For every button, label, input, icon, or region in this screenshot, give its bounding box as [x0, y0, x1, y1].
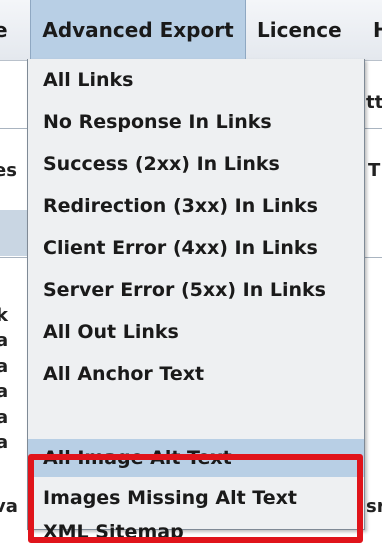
menubar-item-advanced-export[interactable]: Advanced Export: [30, 0, 246, 60]
bg-row-fragment: a: [0, 407, 9, 428]
bg-row-fragment: a: [0, 381, 9, 402]
menu-item-redirection-3xx-in-links[interactable]: Redirection (3xx) In Links: [28, 185, 364, 227]
menubar: e Advanced Export Licence H: [0, 0, 382, 61]
menu-item-all-links[interactable]: All Links: [28, 59, 364, 101]
bg-header-cell: [0, 210, 27, 256]
menubar-item-licence[interactable]: Licence: [257, 0, 342, 60]
menu-item-server-error-5xx-in-links[interactable]: Server Error (5xx) In Links: [28, 269, 364, 311]
menu-item-no-response-in-links[interactable]: No Response In Links: [28, 101, 364, 143]
menu-item-xml-sitemap[interactable]: XML Sitemap: [28, 517, 364, 547]
menu-item-all-out-links[interactable]: All Out Links: [28, 311, 364, 353]
divider: [363, 257, 382, 258]
advanced-export-dropdown: All Links No Response In Links Success (…: [27, 59, 365, 543]
divider: [0, 257, 28, 258]
menu-item-client-error-4xx-in-links[interactable]: Client Error (4xx) In Links: [28, 227, 364, 269]
menubar-item-previous[interactable]: e: [0, 0, 8, 60]
bg-row-fragment: k: [0, 305, 8, 326]
bg-row-fragment: a: [0, 432, 9, 453]
divider: [363, 128, 382, 129]
bg-text-fragment: es: [0, 160, 17, 181]
bg-row-fragment: sr: [366, 496, 382, 517]
bg-text-fragment: tt: [366, 92, 382, 113]
divider: [0, 128, 28, 129]
menu-item-all-image-alt-text[interactable]: All Image Alt Text: [28, 439, 364, 477]
bg-row-fragment: a: [0, 330, 9, 351]
bg-row-fragment: a: [0, 356, 9, 377]
menu-item-images-missing-alt-text[interactable]: Images Missing Alt Text: [28, 479, 364, 517]
bg-row-fragment: va: [0, 496, 18, 517]
menu-item-success-2xx-in-links[interactable]: Success (2xx) In Links: [28, 143, 364, 185]
menubar-item-next[interactable]: H: [373, 0, 382, 60]
menu-item-all-anchor-text[interactable]: All Anchor Text: [28, 353, 364, 395]
bg-text-fragment: T: [368, 160, 381, 181]
